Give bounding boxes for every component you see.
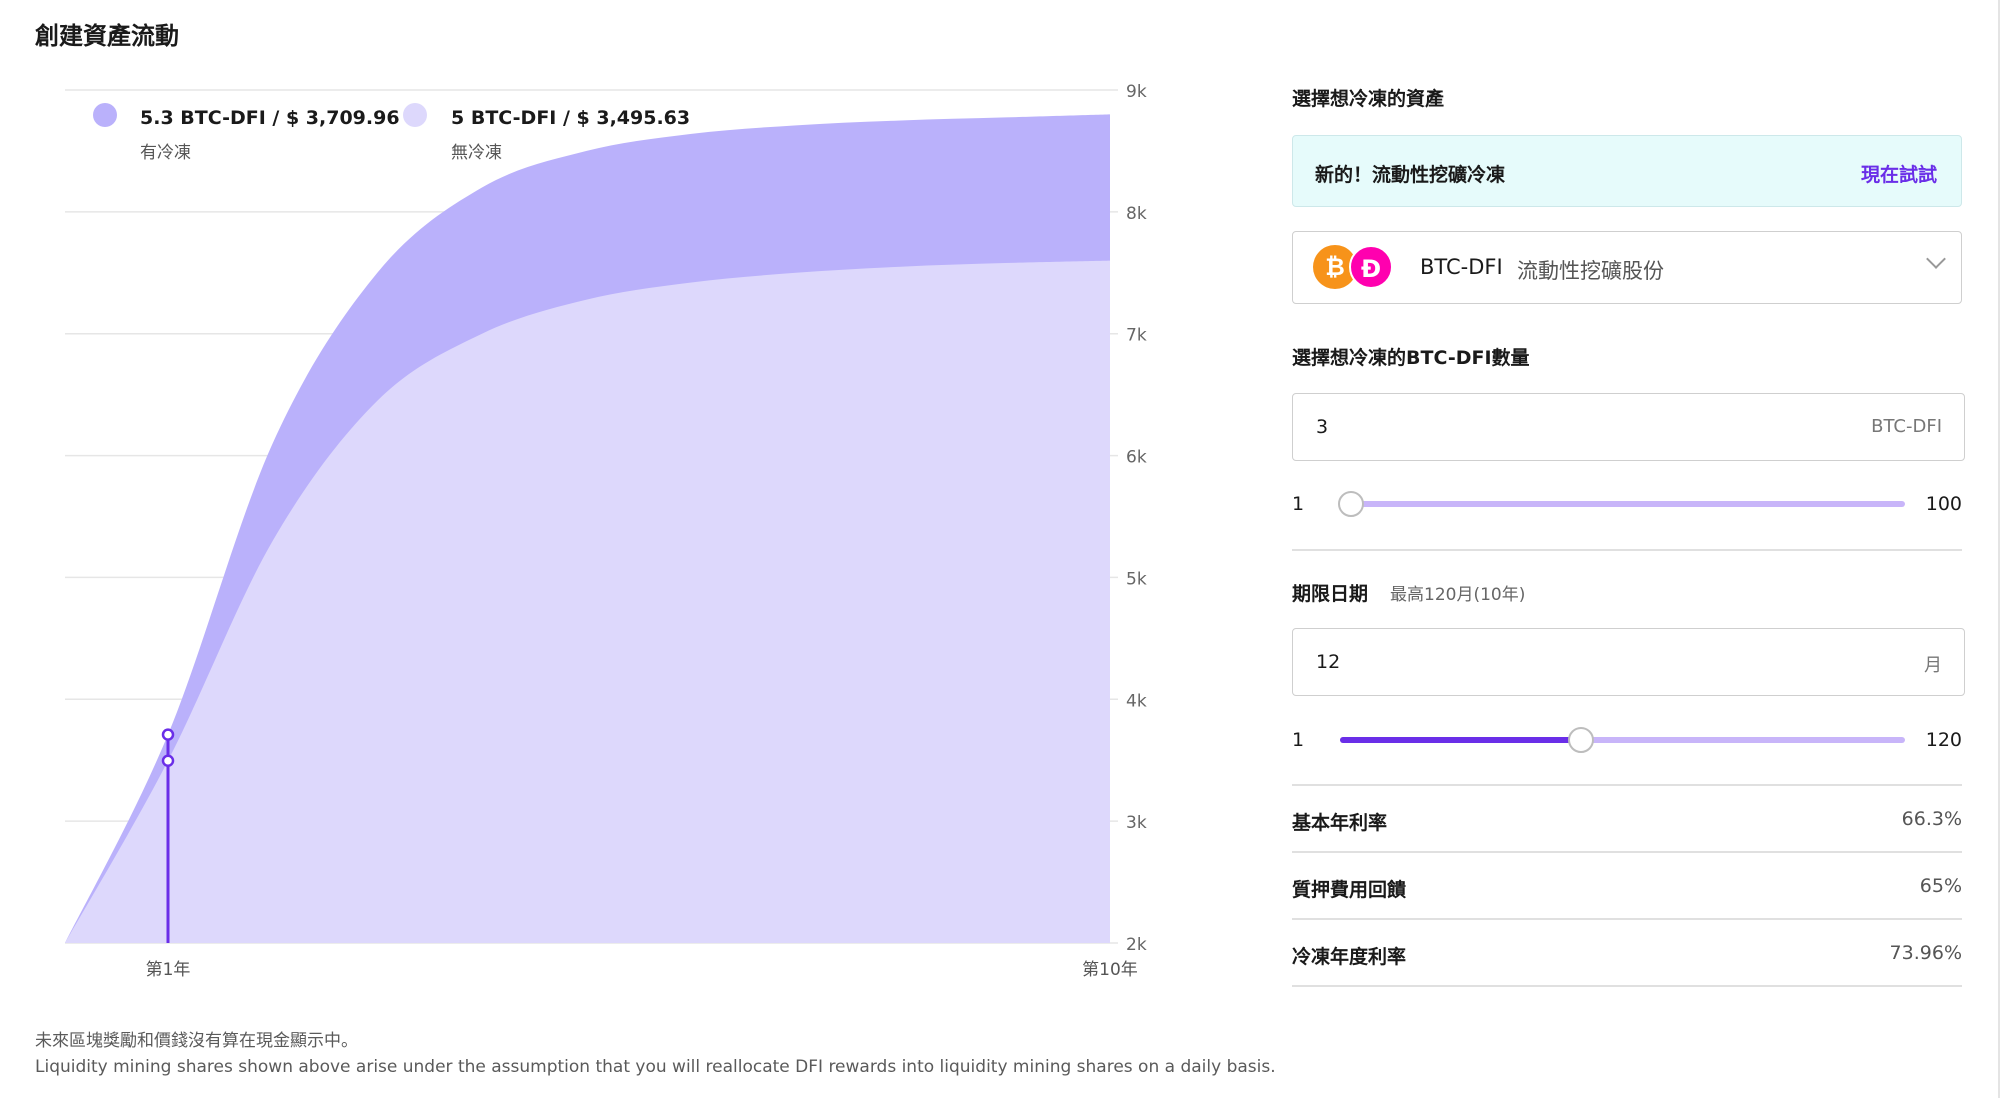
chevron-down-icon xyxy=(1926,249,1946,269)
page-title: 創建資產流動 xyxy=(35,22,179,50)
y-tick-label: 2k xyxy=(1126,935,1147,955)
amount-slider-max: 100 xyxy=(1925,493,1962,515)
try-now-link[interactable]: 現在試試 xyxy=(1861,160,1937,187)
divider xyxy=(1292,549,1962,551)
staking-rebate-value: 65% xyxy=(1919,875,1962,897)
amount-input[interactable]: 3 BTC-DFI xyxy=(1292,393,1965,461)
divider xyxy=(1292,851,1962,853)
term-input[interactable]: 12 月 xyxy=(1292,628,1965,696)
amount-slider-thumb[interactable] xyxy=(1338,491,1365,517)
amount-section-label: 選擇想冷凍的BTC-DFI數量 xyxy=(1292,347,1530,369)
legend-unfrozen-label: 無冷凍 xyxy=(451,143,502,163)
x-tick-label: 第10年 xyxy=(1082,960,1138,980)
term-slider-max: 120 xyxy=(1925,729,1962,751)
divider xyxy=(1292,784,1962,786)
amount-slider-track[interactable] xyxy=(1340,501,1905,507)
y-tick-label: 7k xyxy=(1126,326,1147,346)
freeze-growth-chart: 9k 8k 7k 6k 5k 4k 3k 2k 第1年 第10年 xyxy=(65,82,1147,980)
term-label: 期限日期 xyxy=(1292,583,1369,605)
base-apr-label: 基本年利率 xyxy=(1292,812,1388,834)
y-tick-label: 5k xyxy=(1126,569,1147,589)
term-input-value: 12 xyxy=(1316,651,1341,673)
term-slider-min: 1 xyxy=(1292,729,1305,751)
asset-select-name: BTC-DFI xyxy=(1420,255,1503,279)
legend-dot-frozen xyxy=(93,103,117,127)
asset-select[interactable]: ₿ Đ BTC-DFI 流動性挖礦股份 xyxy=(1292,231,1962,304)
staking-rebate-label: 質押費用回饋 xyxy=(1292,879,1407,901)
legend-frozen-label: 有冷凍 xyxy=(140,143,191,163)
x-tick-label: 第1年 xyxy=(146,960,191,980)
term-slider-fill xyxy=(1340,737,1581,743)
y-tick-label: 3k xyxy=(1126,813,1147,833)
base-apr-value: 66.3% xyxy=(1901,808,1962,830)
y-tick-label: 6k xyxy=(1126,448,1147,468)
y-tick-label: 8k xyxy=(1126,204,1147,224)
freeze-apr-label: 冷凍年度利率 xyxy=(1292,946,1407,968)
marker-point-unfrozen xyxy=(161,754,175,767)
footnote-rewards: 未來區塊獎勵和價錢沒有算在現金顯示中。 xyxy=(35,1031,358,1051)
freeze-apr-value: 73.96% xyxy=(1889,942,1962,964)
y-tick-label: 9k xyxy=(1126,82,1147,102)
term-section-label: 期限日期 最高120月(10年) xyxy=(1292,579,1525,606)
legend-dot-unfrozen xyxy=(403,103,427,127)
divider xyxy=(1292,985,1962,987)
amount-slider-min: 1 xyxy=(1292,493,1305,515)
term-slider-thumb[interactable] xyxy=(1567,727,1594,753)
amount-input-unit: BTC-DFI xyxy=(1871,416,1942,437)
footnote-assumption: Liquidity mining shares shown above aris… xyxy=(35,1057,1276,1077)
asset-section-label: 選擇想冷凍的資產 xyxy=(1292,88,1445,110)
term-input-unit: 月 xyxy=(1924,655,1942,676)
marker-point-frozen xyxy=(161,728,175,741)
promo-banner: 新的！流動性挖礦冷凍 現在試試 xyxy=(1292,135,1962,207)
asset-select-desc: 流動性挖礦股份 xyxy=(1517,259,1664,283)
amount-input-value: 3 xyxy=(1316,416,1329,438)
term-hint: 最高120月(10年) xyxy=(1390,585,1526,605)
legend-frozen-value: 5.3 BTC-DFI / $ 3,709.96 xyxy=(140,107,400,129)
y-tick-label: 4k xyxy=(1126,691,1147,711)
defichain-icon: Đ xyxy=(1349,245,1393,289)
legend-unfrozen-value: 5 BTC-DFI / $ 3,495.63 xyxy=(451,107,691,129)
divider xyxy=(1292,918,1962,920)
promo-text: 新的！流動性挖礦冷凍 xyxy=(1315,164,1506,186)
